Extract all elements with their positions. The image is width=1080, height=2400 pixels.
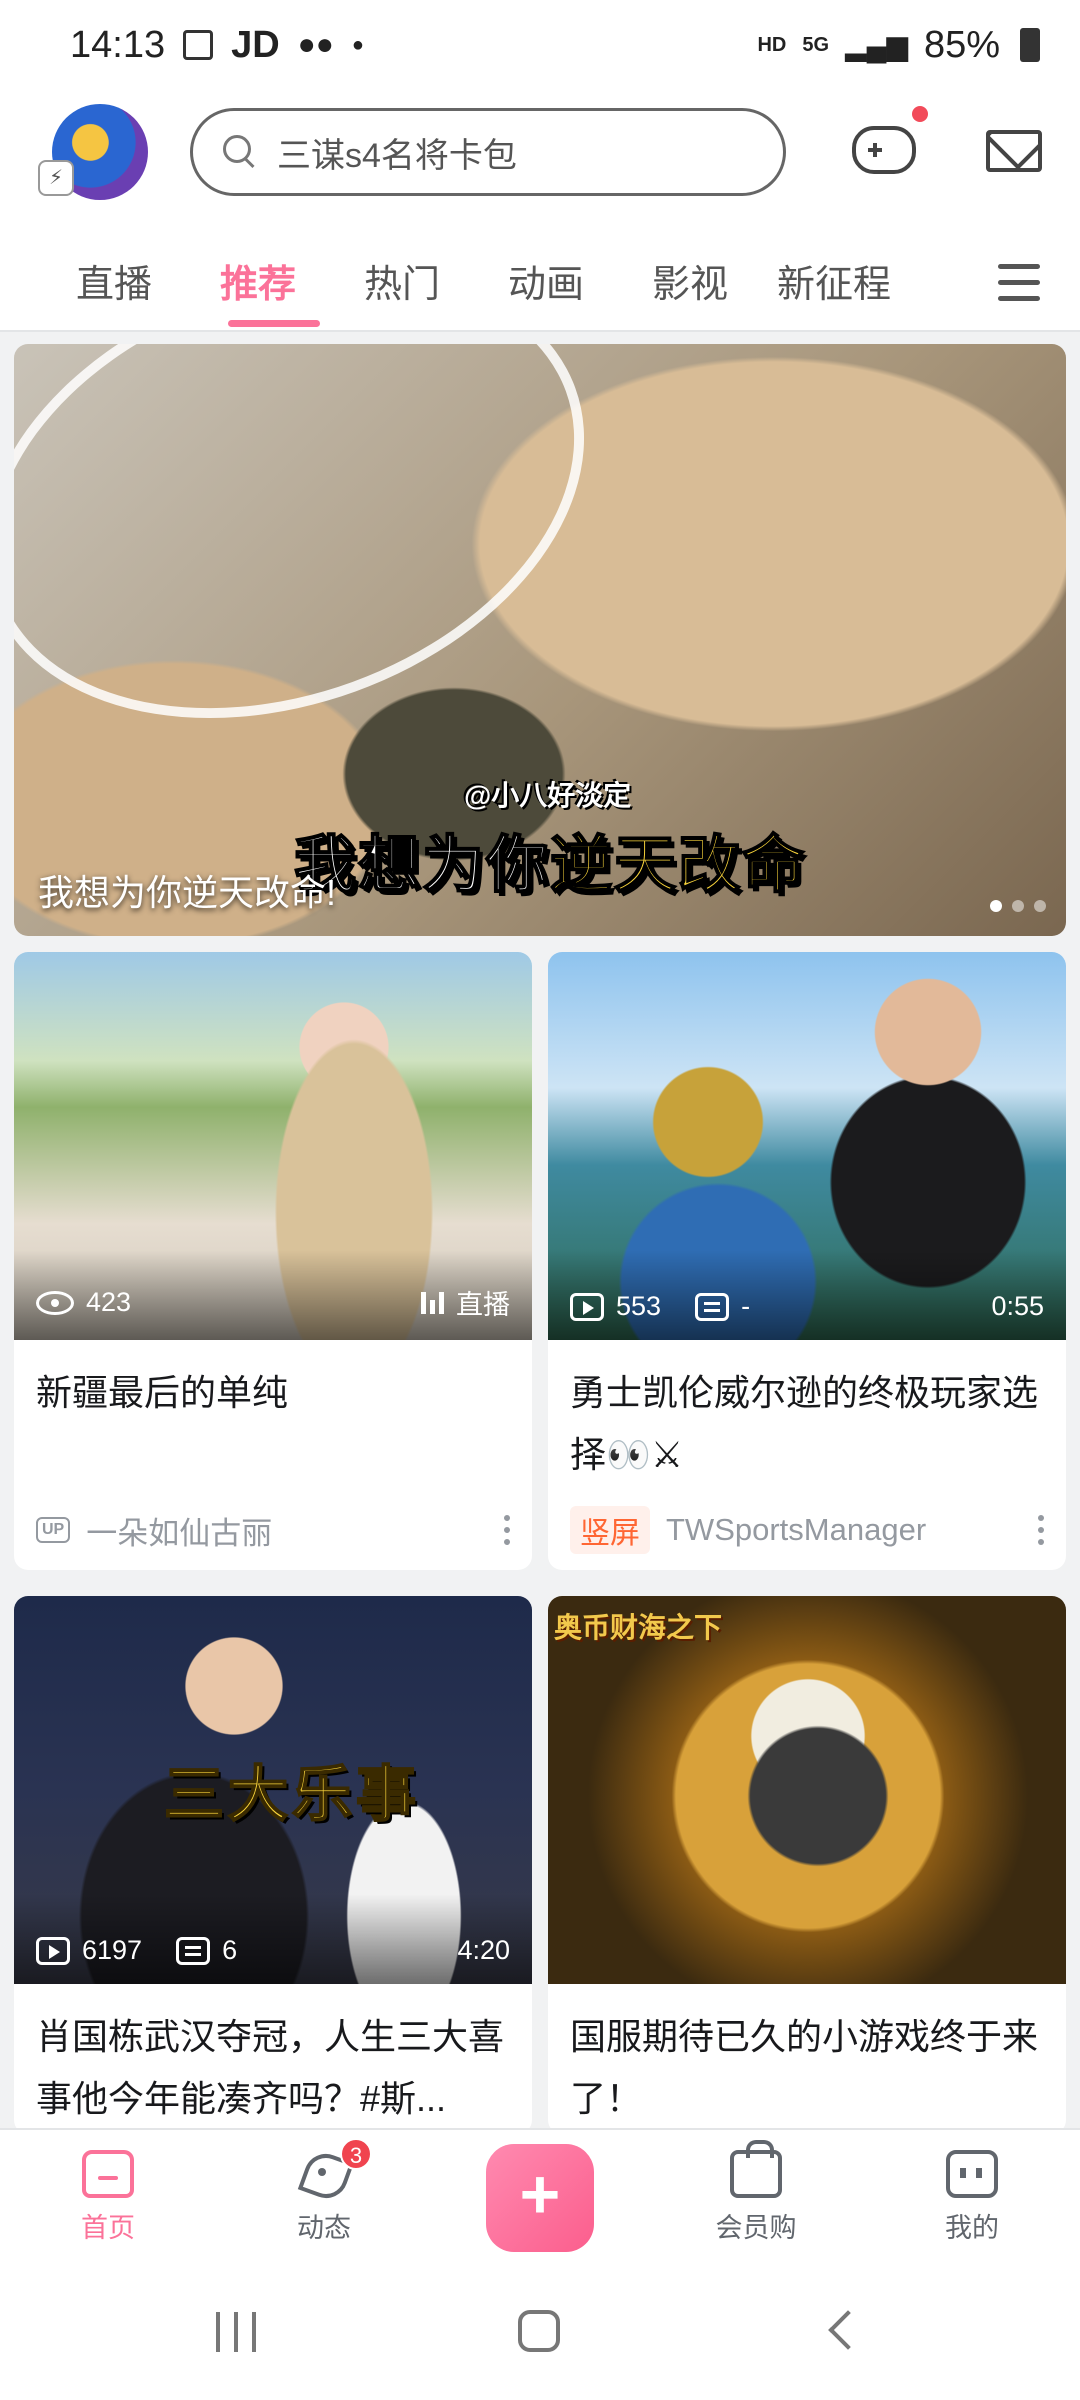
carousel-dot[interactable] — [1034, 900, 1046, 912]
tab-hot[interactable]: 热门 — [330, 239, 474, 331]
wechat-icon: ●● — [297, 28, 334, 61]
tab-recommend[interactable]: 推荐 — [186, 239, 330, 331]
video-card[interactable]: 423 直播 新疆最后的单纯 UP 一朵如仙古丽 — [14, 952, 532, 1570]
gallery-icon — [183, 30, 214, 60]
video-title[interactable]: 国服期待已久的小游戏终于来了！ — [548, 1984, 1066, 2134]
view-count: 423 — [86, 1287, 132, 1317]
video-thumbnail[interactable]: 三大乐事 6197 6 4:20 — [14, 1596, 532, 1984]
play-count-icon — [570, 1292, 604, 1321]
game-notification-dot — [912, 106, 928, 122]
battery-icon — [1020, 28, 1040, 62]
video-title[interactable]: 肖国栋武汉夺冠，人生三大喜事他今年能凑齐吗？#斯... — [14, 1984, 532, 2134]
shopping-bag-icon — [730, 2140, 782, 2198]
author-name[interactable]: 一朵如仙古丽 — [86, 1508, 272, 1553]
back-icon[interactable] — [828, 2310, 868, 2350]
avatar-live-badge-icon: ⚡ — [38, 160, 74, 196]
nav-home[interactable]: 首页 — [0, 2130, 216, 2268]
tab-menu-icon[interactable] — [998, 264, 1040, 304]
nav-home-label: 首页 — [81, 2213, 135, 2243]
status-bar: 14:13 JD ●● ● HD 5G ▂▄▆ 85% — [0, 0, 1080, 90]
video-card[interactable]: 三大乐事 6197 6 4:20 肖国栋武汉夺冠，人生三大喜事他今年能凑齐吗？#… — [14, 1596, 532, 2134]
top-header: ⚡ 三谋s4名将卡包 — [0, 90, 1080, 240]
banner-watermark: @小八好淡定 — [464, 780, 632, 811]
nav-dynamic-label: 动态 — [297, 2213, 351, 2243]
video-thumbnail[interactable]: 423 直播 — [14, 952, 532, 1340]
banner-image — [14, 344, 648, 798]
video-title[interactable]: 新疆最后的单纯 — [14, 1340, 532, 1490]
video-title[interactable]: 勇士凯伦威尔逊的终极玩家选择👀⚔ — [548, 1340, 1066, 1490]
play-count-icon — [36, 1936, 70, 1965]
video-thumbnail[interactable]: 奥币财海之下 — [548, 1596, 1066, 1984]
tab-film[interactable]: 影视 — [618, 239, 762, 331]
game-controller-icon[interactable] — [852, 126, 916, 174]
hd-indicator: HD — [757, 33, 787, 56]
game-logo: 奥币财海之下 — [554, 1612, 723, 1643]
nav-mine-label: 我的 — [945, 2213, 999, 2243]
bottom-nav: 首页 3 动态 会员购 我的 + — [0, 2128, 1080, 2268]
live-label: 直播 — [456, 1290, 510, 1320]
system-nav-bar — [0, 2268, 1080, 2400]
video-thumbnail[interactable]: 553 - 0:55 — [548, 952, 1066, 1340]
battery-percent: 85% — [923, 23, 1000, 66]
views-icon — [36, 1290, 74, 1315]
network-5g-indicator: 5G — [802, 33, 830, 56]
author-name[interactable]: TWSportsManager — [666, 1512, 926, 1548]
publish-button[interactable]: + — [486, 2144, 594, 2252]
video-duration: 0:55 — [991, 1291, 1044, 1321]
video-card[interactable]: 553 - 0:55 勇士凯伦威尔逊的终极玩家选择👀⚔ 竖屏 TWSportsM… — [548, 952, 1066, 1570]
vertical-tag: 竖屏 — [570, 1506, 650, 1554]
more-options-icon[interactable] — [504, 1515, 510, 1545]
video-card[interactable]: 奥币财海之下 国服期待已久的小游戏终于来了！ — [548, 1596, 1066, 2134]
tab-new-journey[interactable]: 新征程 — [762, 239, 906, 331]
play-count: 553 — [616, 1291, 662, 1321]
category-tabs: 直播 推荐 热门 动画 影视 新征程 — [0, 240, 1080, 332]
home-button-icon[interactable] — [518, 2310, 560, 2352]
recent-apps-icon[interactable] — [216, 2312, 260, 2352]
carrier-label: JD — [231, 23, 280, 66]
search-icon — [223, 135, 257, 169]
home-icon — [82, 2150, 134, 2198]
carousel-dot[interactable] — [1012, 900, 1024, 912]
danmaku-icon — [695, 1292, 730, 1321]
danmaku-icon — [176, 1936, 211, 1965]
clock: 14:13 — [70, 23, 166, 66]
banner-headline-b: 逆天改命 — [549, 830, 807, 901]
more-options-icon[interactable] — [1038, 1515, 1044, 1545]
notification-badge: 3 — [340, 2138, 372, 2170]
danmaku-count: - — [741, 1291, 751, 1321]
tv-icon — [946, 2150, 998, 2198]
play-count: 6197 — [82, 1935, 143, 1965]
nav-vip-shop-label: 会员购 — [715, 2213, 797, 2243]
notification-dot-icon: ● — [351, 33, 365, 56]
thumbnail-overlay-text: 三大乐事 — [163, 1760, 420, 1829]
banner-headline: 我想为你逆天改命 — [293, 814, 807, 904]
nav-dynamic[interactable]: 3 动态 — [216, 2130, 432, 2268]
banner-caption: 我想为你逆天改命! — [38, 872, 337, 913]
tab-live[interactable]: 直播 — [42, 239, 186, 331]
carousel-dots — [990, 900, 1046, 912]
up-badge: UP — [36, 1517, 71, 1543]
live-bars-icon — [421, 1291, 444, 1314]
search-bar[interactable]: 三谋s4名将卡包 — [190, 108, 786, 196]
nav-mine[interactable]: 我的 — [864, 2130, 1080, 2268]
signal-icon: ▂▄▆ — [845, 29, 908, 61]
tab-anime[interactable]: 动画 — [474, 239, 618, 331]
search-placeholder: 三谋s4名将卡包 — [277, 136, 517, 175]
video-duration: 4:20 — [457, 1935, 510, 1965]
danmaku-count: 6 — [222, 1935, 238, 1965]
carousel-dot[interactable] — [990, 900, 1002, 912]
banner-carousel[interactable]: @小八好淡定 我想为你逆天改命 我想为你逆天改命! — [14, 344, 1066, 936]
mail-icon[interactable] — [986, 130, 1042, 172]
nav-vip-shop[interactable]: 会员购 — [648, 2130, 864, 2268]
